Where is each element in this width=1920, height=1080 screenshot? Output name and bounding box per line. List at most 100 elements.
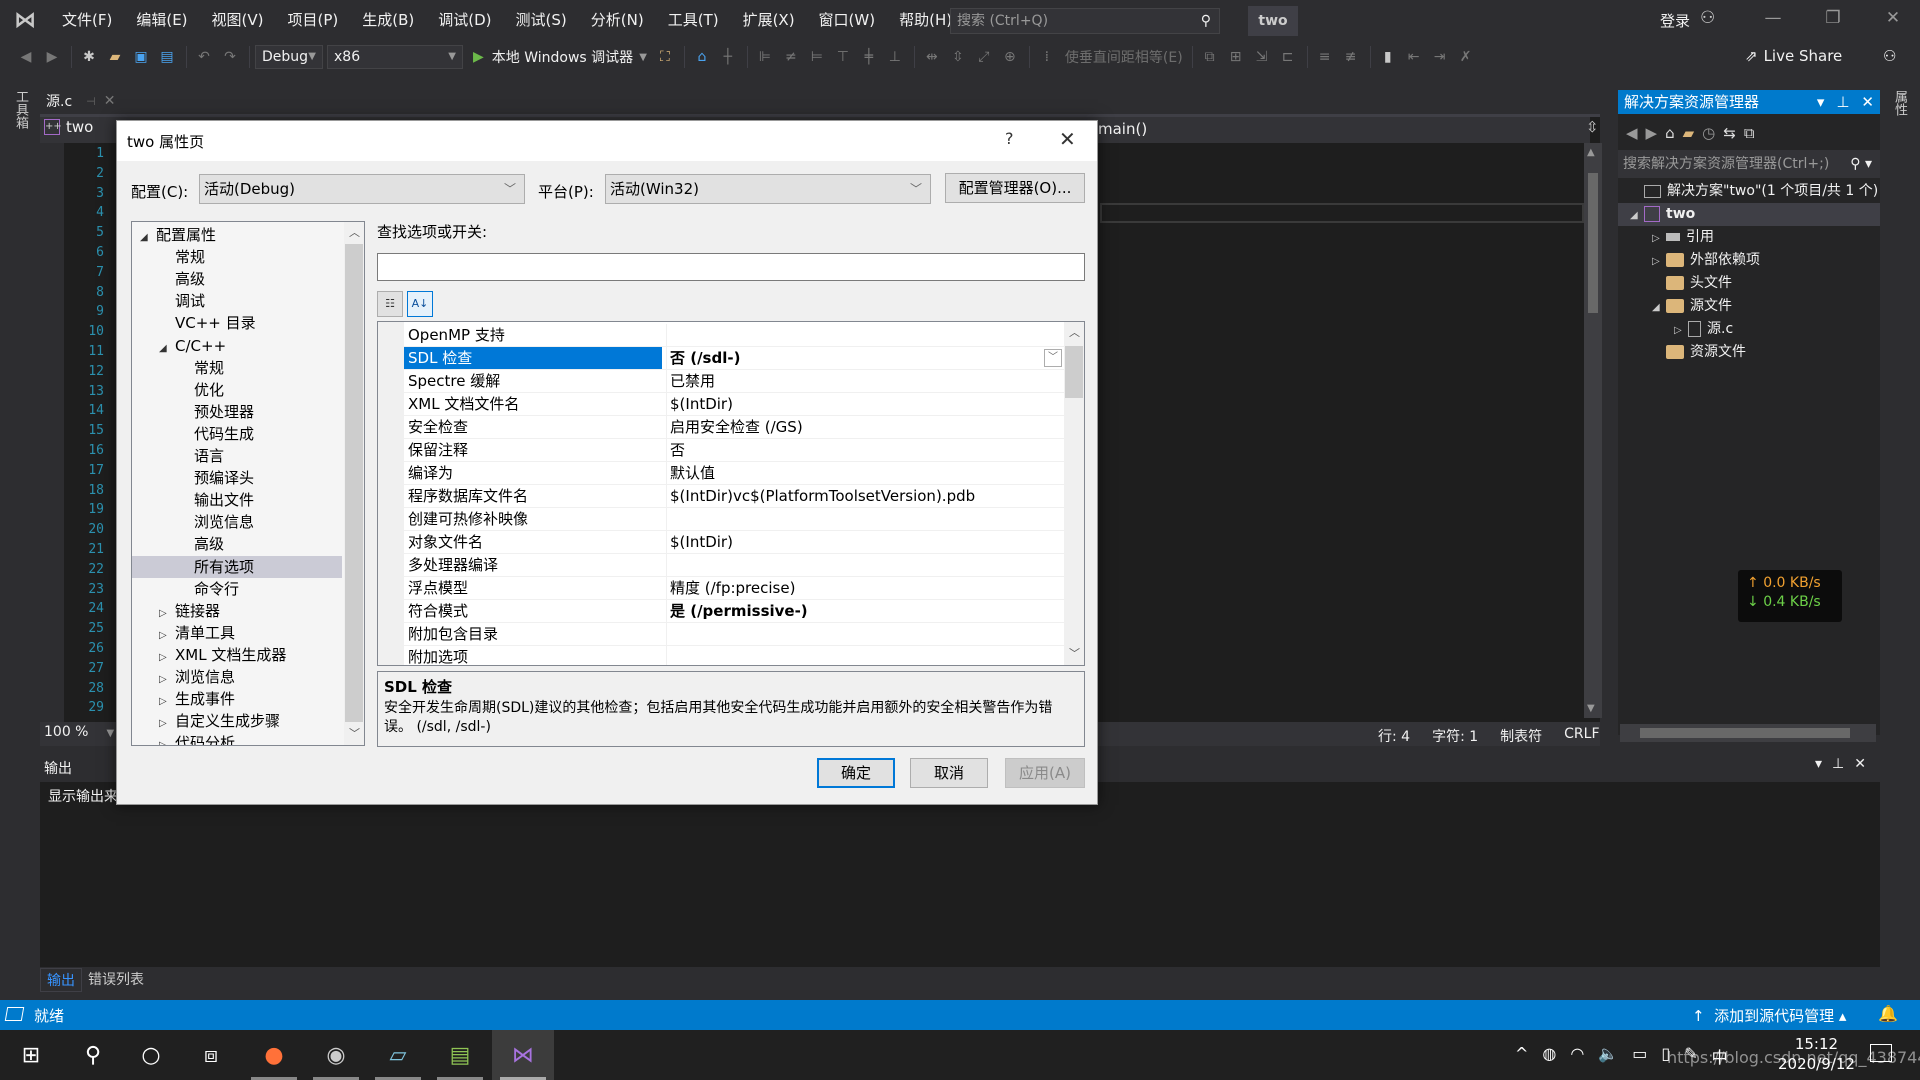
global-search-input[interactable]: 搜索 (Ctrl+Q) ⚲ xyxy=(950,8,1220,34)
property-row[interactable]: 附加包含目录 xyxy=(404,623,1064,646)
property-value[interactable]: $(IntDir) xyxy=(666,393,1064,415)
align-lefts-icon[interactable]: ⊫ xyxy=(753,45,777,69)
add-to-source-control-button[interactable]: ↑ 添加到源代码管理 ▴ xyxy=(1692,1005,1846,1026)
vertical-spacing-icon[interactable]: ⁞ xyxy=(1035,45,1059,69)
category-tree-item[interactable]: 预处理器 xyxy=(132,401,342,423)
category-tree-item[interactable]: 调试 xyxy=(132,290,342,312)
menu-item[interactable]: 窗口(W) xyxy=(807,0,888,40)
menu-item[interactable]: 项目(P) xyxy=(276,0,351,40)
apply-button[interactable]: 应用(A) xyxy=(1005,758,1085,788)
switch-views-icon[interactable]: ▰ xyxy=(1683,124,1695,142)
send-to-back-icon[interactable]: ⊞ xyxy=(1224,45,1248,69)
uncomment-icon[interactable]: ≢ xyxy=(1339,45,1363,69)
category-tree-item[interactable]: ◢ C/C++ xyxy=(132,335,342,357)
category-tree-item[interactable]: 浏览信息 xyxy=(132,511,342,533)
cancel-button[interactable]: 取消 xyxy=(910,758,988,788)
property-row[interactable]: SDL 检查否 (/sdl-) ﹀ xyxy=(404,347,1064,370)
user-add-icon[interactable]: ⚇ xyxy=(1700,8,1715,28)
toolbox-tab[interactable]: 工具箱 xyxy=(10,90,30,129)
property-row[interactable]: 浮点模型 精度 (/fp:precise) xyxy=(404,577,1064,600)
navigate-back-icon[interactable]: ◀ xyxy=(14,45,38,69)
property-value[interactable] xyxy=(666,508,1064,530)
category-tree-item[interactable]: 常规 xyxy=(132,246,342,268)
taskbar-app-avatar[interactable]: ◉ xyxy=(305,1030,367,1080)
new-project-icon[interactable]: ✱ xyxy=(77,45,101,69)
layout-home-icon[interactable]: ⌂ xyxy=(690,45,714,69)
property-dropdown-button[interactable]: ﹀ xyxy=(1044,349,1062,367)
configuration-select[interactable]: 活动(Debug) ﹀ xyxy=(199,174,525,204)
property-name[interactable]: 附加包含目录 xyxy=(408,623,662,645)
volume-icon[interactable]: 🔈 xyxy=(1598,1044,1618,1068)
close-dialog-button[interactable]: ✕ xyxy=(1059,127,1076,151)
cortana-button[interactable]: ○ xyxy=(120,1030,182,1080)
property-row[interactable]: OpenMP 支持 xyxy=(404,324,1064,347)
window-menu-icon[interactable]: ▾ xyxy=(1815,756,1822,772)
solution-tree-item[interactable]: 资源文件 xyxy=(1618,341,1880,364)
scroll-up-icon[interactable]: ▲ xyxy=(1587,147,1595,158)
chevron-down-icon[interactable]: ▼ xyxy=(639,52,647,63)
taskbar-search-button[interactable]: ⚲ xyxy=(62,1030,124,1080)
taskbar-app-notepad[interactable]: ▱ xyxy=(367,1030,429,1080)
category-tree-item[interactable]: ▷ 生成事件 xyxy=(132,688,342,710)
category-tree-item[interactable]: 高级 xyxy=(132,533,342,555)
category-tree-item[interactable]: 代码生成 xyxy=(132,423,342,445)
scroll-down-icon[interactable]: ▼ xyxy=(1587,703,1595,714)
property-name[interactable]: OpenMP 支持 xyxy=(408,324,662,346)
category-tree-item[interactable]: 预编译头 xyxy=(132,467,342,489)
category-tree-item[interactable]: ▷ 清单工具 xyxy=(132,622,342,644)
scroll-thumb[interactable] xyxy=(1640,728,1850,738)
menu-item[interactable]: 生成(B) xyxy=(350,0,426,40)
property-name[interactable]: XML 文档文件名 xyxy=(408,393,662,415)
scroll-up-icon[interactable]: ︿ xyxy=(349,224,360,240)
align-tops-icon[interactable]: ⊤ xyxy=(831,45,855,69)
solution-explorer-hscrollbar[interactable] xyxy=(1620,724,1876,742)
category-tree-item[interactable]: ▷ 代码分析 xyxy=(132,732,342,745)
document-tab[interactable]: 源.c ⊣ ✕ xyxy=(40,88,122,114)
platform-select[interactable]: 活动(Win32) ﹀ xyxy=(605,174,931,204)
pending-changes-filter-icon[interactable]: ◷ xyxy=(1702,124,1715,142)
scroll-down-icon[interactable]: ﹀ xyxy=(1069,645,1080,661)
property-name[interactable]: 编译为 xyxy=(408,462,662,484)
menu-item[interactable]: 编辑(E) xyxy=(124,0,199,40)
clock[interactable]: 15:12 2020/9/12 xyxy=(1778,1034,1855,1074)
close-icon[interactable]: ✕ xyxy=(1854,756,1866,772)
align-middles-icon[interactable]: ╪ xyxy=(857,45,881,69)
align-grid-icon[interactable]: ┼ xyxy=(716,45,740,69)
category-tree-item[interactable]: 优化 xyxy=(132,379,342,401)
property-value[interactable] xyxy=(666,324,1064,346)
solution-tree-item[interactable]: 解决方案"two"(1 个项目/共 1 个) xyxy=(1618,180,1880,203)
property-value[interactable]: 启用安全检查 (/GS) xyxy=(666,416,1064,438)
window-menu-icon[interactable]: ▾ xyxy=(1817,90,1825,114)
property-row[interactable]: 程序数据库文件名 $(IntDir)vc$(PlatformToolsetVers… xyxy=(404,485,1064,508)
property-row[interactable]: Spectre 缓解 已禁用 xyxy=(404,370,1064,393)
scroll-thumb[interactable] xyxy=(1065,346,1083,398)
close-icon[interactable]: ✕ xyxy=(1861,90,1874,114)
menu-item[interactable]: 文件(F) xyxy=(50,0,124,40)
tab-order-icon[interactable]: ⇲ xyxy=(1250,45,1274,69)
tab-error-list[interactable]: 错误列表 xyxy=(82,968,150,992)
make-vertical-spacing-equal-button[interactable]: 使垂直间距相等(E) xyxy=(1065,47,1183,67)
configuration-manager-button[interactable]: 配置管理器(O)... xyxy=(945,173,1085,203)
make-same-height-icon[interactable]: ⇳ xyxy=(946,45,970,69)
category-tree-item[interactable]: 所有选项 xyxy=(132,555,342,578)
alphabetical-sort-button[interactable]: A↓ xyxy=(407,291,433,317)
categorized-view-button[interactable]: ☷ xyxy=(377,291,403,317)
restore-button[interactable]: ❐ xyxy=(1813,8,1853,28)
category-tree-item[interactable]: ▷ 链接器 xyxy=(132,600,342,622)
category-tree-item[interactable]: ▷ XML 文档生成器 xyxy=(132,644,342,666)
bookmark-icon[interactable]: ▮ xyxy=(1376,45,1400,69)
align-bottoms-icon[interactable]: ⊥ xyxy=(883,45,907,69)
project-dropdown[interactable]: ++ two xyxy=(44,118,93,136)
property-name[interactable]: Spectre 缓解 xyxy=(408,370,662,392)
scroll-down-icon[interactable]: ﹀ xyxy=(349,725,360,741)
collapsed-arrow-icon[interactable]: ▷ xyxy=(1652,227,1666,249)
feedback-icon[interactable]: ⚇ xyxy=(1883,47,1896,65)
collapse-all-icon[interactable]: ⧉ xyxy=(1744,124,1755,142)
property-value[interactable]: 否 (/sdl-) xyxy=(666,347,1064,369)
property-name[interactable]: 多处理器编译 xyxy=(408,554,662,576)
property-value[interactable]: 是 (/permissive-) xyxy=(666,600,1064,622)
back-icon[interactable]: ◀ xyxy=(1626,124,1638,142)
category-tree-item[interactable]: ▷ 自定义生成步骤 xyxy=(132,710,342,732)
taskbar-app-notepadpp[interactable]: ▤ xyxy=(429,1030,491,1080)
find-in-files-icon[interactable]: ⛶ xyxy=(653,45,677,69)
